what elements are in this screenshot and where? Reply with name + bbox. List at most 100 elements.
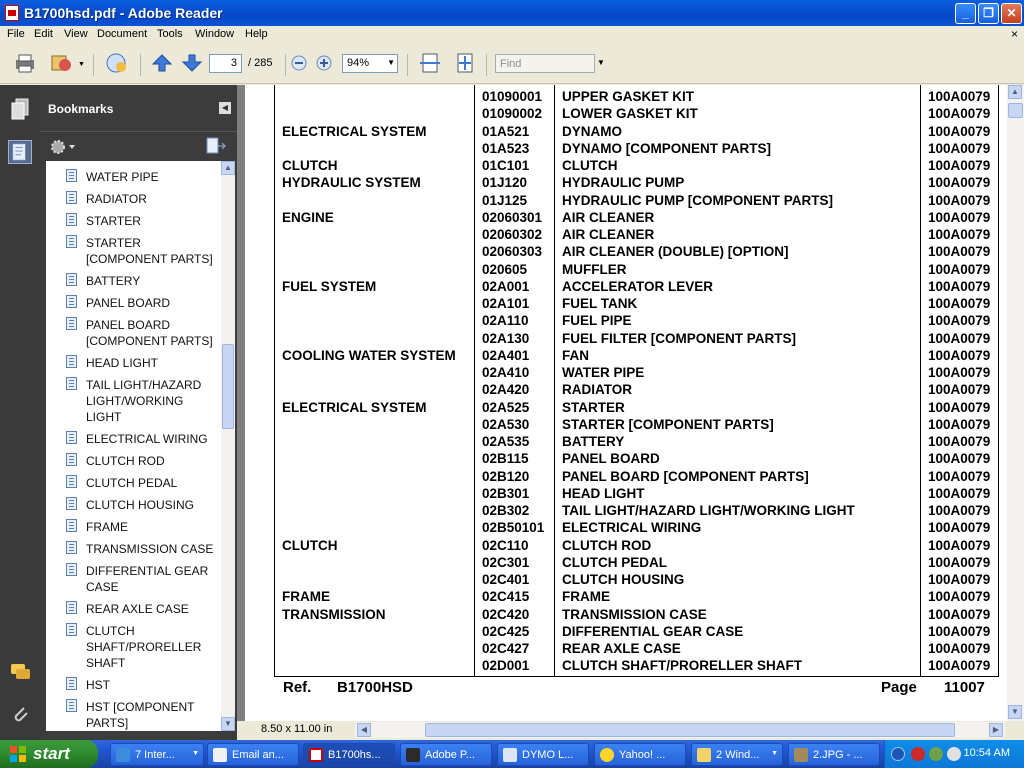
scroll-up-icon[interactable]: ▲ bbox=[221, 161, 235, 175]
chevron-down-icon[interactable]: ▼ bbox=[387, 58, 395, 67]
description-cell: AIR CLEANER bbox=[562, 209, 655, 225]
table-row: 02B301 HEAD LIGHT 100A0079 bbox=[275, 485, 1000, 502]
scroll-thumb[interactable] bbox=[425, 723, 955, 737]
zoom-out-icon[interactable] bbox=[290, 52, 308, 74]
taskbar-item-label: B1700hs... bbox=[328, 749, 381, 761]
model-code-cell: 100A0079 bbox=[928, 572, 991, 587]
print-icon[interactable] bbox=[13, 52, 37, 74]
email-pdf-icon[interactable] bbox=[50, 52, 74, 74]
comments-icon[interactable] bbox=[8, 660, 32, 684]
part-code-cell: 02A420 bbox=[482, 382, 530, 398]
taskbar-item-label: 2 Wind... bbox=[716, 749, 760, 761]
menu-document[interactable]: Document bbox=[97, 28, 147, 40]
table-row: 02C301 CLUTCH PEDAL 100A0079 bbox=[275, 554, 1000, 571]
part-code-cell: 01J120 bbox=[482, 175, 528, 191]
scroll-up-icon[interactable]: ▲ bbox=[1008, 85, 1022, 99]
bookmark-page-icon bbox=[66, 453, 77, 466]
model-code-cell: 100A0079 bbox=[928, 606, 991, 622]
zoom-in-icon[interactable] bbox=[315, 52, 333, 74]
model-code-cell: 100A0079 bbox=[928, 485, 991, 501]
table-row: 01A523 DYNAMO [COMPONENT PARTS] 100A0079 bbox=[275, 140, 1000, 157]
menu-help[interactable]: Help bbox=[245, 28, 268, 40]
previous-page-icon[interactable] bbox=[150, 52, 174, 74]
part-code-cell: 01C101 bbox=[482, 158, 530, 173]
menu-view[interactable]: View bbox=[64, 28, 88, 40]
part-code-cell: 02C427 bbox=[482, 641, 530, 656]
taskbar-item-yahoo[interactable]: Yahoo! ... bbox=[594, 743, 686, 766]
model-code-cell: 100A0079 bbox=[928, 623, 991, 639]
bookmarks-header: Bookmarks ◀ bbox=[40, 85, 237, 131]
collapse-panel-icon[interactable]: ◀ bbox=[219, 102, 231, 114]
part-code-cell: 02C401 bbox=[482, 572, 530, 587]
fit-page-icon[interactable] bbox=[453, 52, 477, 74]
maximize-button[interactable]: ❐ bbox=[978, 3, 999, 24]
description-cell: CLUTCH ROD bbox=[562, 537, 652, 553]
scroll-thumb[interactable] bbox=[1008, 103, 1023, 118]
taskbar-item-b1700hsd[interactable]: B1700hs... bbox=[303, 743, 395, 766]
part-code-cell: 02A410 bbox=[482, 365, 530, 380]
find-input[interactable]: Find bbox=[495, 54, 595, 73]
model-code-cell: 100A0079 bbox=[928, 589, 991, 605]
document-horizontal-scrollbar[interactable]: ◀ ▶ bbox=[355, 722, 1005, 738]
taskbar-item-jpg[interactable]: 2.JPG - ... bbox=[788, 743, 880, 766]
security-shield-icon[interactable] bbox=[911, 747, 925, 761]
bookmark-page-icon bbox=[66, 273, 77, 286]
scroll-down-icon[interactable]: ▼ bbox=[1008, 705, 1022, 719]
bookmark-page-icon bbox=[66, 623, 77, 636]
toolbar: ▼ 3 / 285 94% ▼ Find ▼ bbox=[0, 44, 1024, 84]
menu-edit[interactable]: Edit bbox=[34, 28, 53, 40]
document-close-icon[interactable]: × bbox=[1011, 27, 1018, 41]
taskbar-item-label: 2.JPG - ... bbox=[813, 749, 863, 761]
menu-file[interactable]: File bbox=[7, 28, 25, 40]
navigation-pane-strip bbox=[0, 85, 40, 740]
bookmarks-scrollbar[interactable]: ▲ ▼ bbox=[221, 161, 235, 731]
email-dropdown-icon[interactable]: ▼ bbox=[78, 61, 85, 85]
table-row: 02060302 AIR CLEANER 100A0079 bbox=[275, 226, 1000, 243]
bookmark-label: FRAME bbox=[86, 520, 128, 534]
menu-window[interactable]: Window bbox=[195, 28, 234, 40]
taskbar-item-internet-explorer[interactable]: 7 Inter... ▼ bbox=[110, 743, 204, 766]
bookmark-page-icon bbox=[66, 431, 77, 444]
start-button[interactable]: start bbox=[0, 740, 98, 768]
part-code-cell: 02B115 bbox=[482, 451, 529, 467]
part-code-cell: 02C110 bbox=[482, 537, 529, 553]
next-page-icon[interactable] bbox=[180, 52, 204, 74]
model-code-cell: 100A0079 bbox=[928, 554, 991, 570]
fit-width-icon[interactable] bbox=[418, 52, 442, 74]
tray-expand-icon[interactable] bbox=[891, 747, 905, 761]
page-number-input[interactable]: 3 bbox=[209, 54, 242, 73]
find-dropdown-icon[interactable]: ▼ bbox=[597, 58, 605, 67]
scroll-right-icon[interactable]: ▶ bbox=[989, 723, 1003, 737]
table-row: ELECTRICAL SYSTEM 01A521 DYNAMO 100A0079 bbox=[275, 123, 1000, 140]
bookmarks-icon[interactable] bbox=[8, 140, 32, 164]
pages-icon[interactable] bbox=[8, 97, 32, 121]
scroll-down-icon[interactable]: ▼ bbox=[221, 717, 235, 731]
attachments-icon[interactable] bbox=[8, 702, 32, 726]
volume-icon[interactable] bbox=[947, 747, 961, 761]
status-bar: 8.50 x 11.00 in ◀ ▶ bbox=[237, 721, 1024, 740]
zoom-select[interactable]: 94% ▼ bbox=[342, 54, 398, 73]
expand-bookmark-icon[interactable] bbox=[205, 137, 227, 155]
footer-ref-label: Ref. bbox=[283, 679, 312, 696]
taskbar-item-adobe-photoshop[interactable]: Adobe P... bbox=[400, 743, 492, 766]
table-row: FRAME 02C415 FRAME 100A0079 bbox=[275, 588, 1000, 605]
taskbar-item-dymo[interactable]: DYMO L... bbox=[497, 743, 589, 766]
scroll-thumb[interactable] bbox=[222, 344, 234, 429]
adobe-photoshop-icon bbox=[406, 748, 420, 762]
menu-tools[interactable]: Tools bbox=[157, 28, 183, 40]
description-cell: ELECTRICAL WIRING bbox=[562, 520, 702, 536]
toolbar-separator bbox=[486, 54, 487, 76]
page-size-label: 8.50 x 11.00 in bbox=[261, 723, 333, 735]
window-title: B1700hsd.pdf - Adobe Reader bbox=[24, 5, 223, 21]
close-button[interactable]: ✕ bbox=[1001, 3, 1022, 24]
minimize-button[interactable]: _ bbox=[955, 3, 976, 24]
document-vertical-scrollbar[interactable]: ▲ ▼ bbox=[1007, 85, 1024, 721]
model-code-cell: 100A0079 bbox=[928, 296, 991, 311]
taskbar-item-windows-explorer[interactable]: 2 Wind... ▼ bbox=[691, 743, 783, 766]
options-gear-icon[interactable] bbox=[50, 138, 76, 156]
taskbar-item-email[interactable]: Email an... bbox=[207, 743, 299, 766]
scroll-left-icon[interactable]: ◀ bbox=[357, 723, 371, 737]
network-icon[interactable] bbox=[929, 747, 943, 761]
hand-tool-icon[interactable] bbox=[104, 52, 130, 74]
part-code-cell: 02060303 bbox=[482, 244, 543, 260]
